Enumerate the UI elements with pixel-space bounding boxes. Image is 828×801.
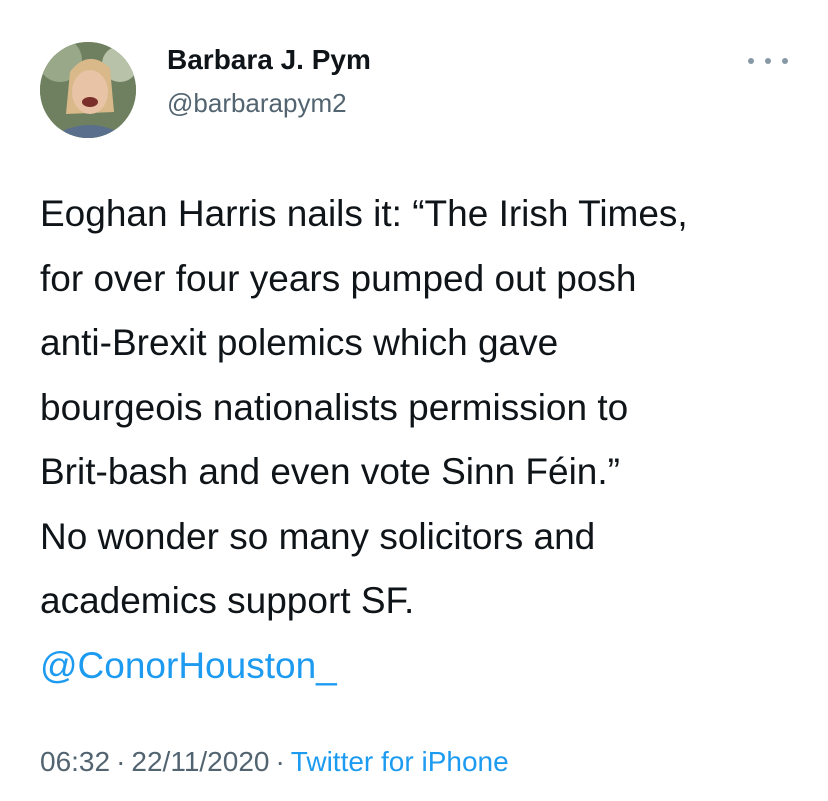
mention-link[interactable]: @ConorHouston_ <box>40 645 337 686</box>
more-horizontal-icon <box>765 58 771 64</box>
tweet-date: 22/11/2020 <box>131 746 270 777</box>
tweet-text-line: Eoghan Harris nails it: “The Irish Times… <box>40 193 688 234</box>
tweet-time: 06:32 <box>40 746 111 777</box>
author-handle[interactable]: @barbarapym2 <box>167 88 347 119</box>
tweet-text-line: bourgeois nationalists permission to <box>40 386 629 428</box>
more-horizontal-icon <box>748 58 754 64</box>
meta-separator: · <box>116 746 126 777</box>
tweet-text: Eoghan Harris nails it: “The Irish Times… <box>40 182 810 698</box>
tweet-text-line: anti-Brexit polemics which gave <box>40 322 559 363</box>
avatar[interactable] <box>40 42 136 138</box>
tweet-source-link[interactable]: Twitter for iPhone <box>291 746 509 777</box>
author-name[interactable]: Barbara J. Pym <box>167 44 371 76</box>
tweet-text-line: academics support SF. <box>40 580 415 621</box>
meta-separator: · <box>275 746 285 777</box>
tweet-text-line: Brit-bash and even vote Sinn Féin.” <box>40 451 620 492</box>
tweet-text-line: for over four years pumped out posh <box>40 257 637 299</box>
tweet-metadata: 06:32 · 22/11/2020 · Twitter for iPhone <box>40 746 509 778</box>
more-horizontal-icon <box>782 58 788 64</box>
more-options-button[interactable] <box>748 50 788 72</box>
avatar-image <box>40 42 136 138</box>
tweet-text-line: No wonder so many solicitors and <box>40 515 596 557</box>
